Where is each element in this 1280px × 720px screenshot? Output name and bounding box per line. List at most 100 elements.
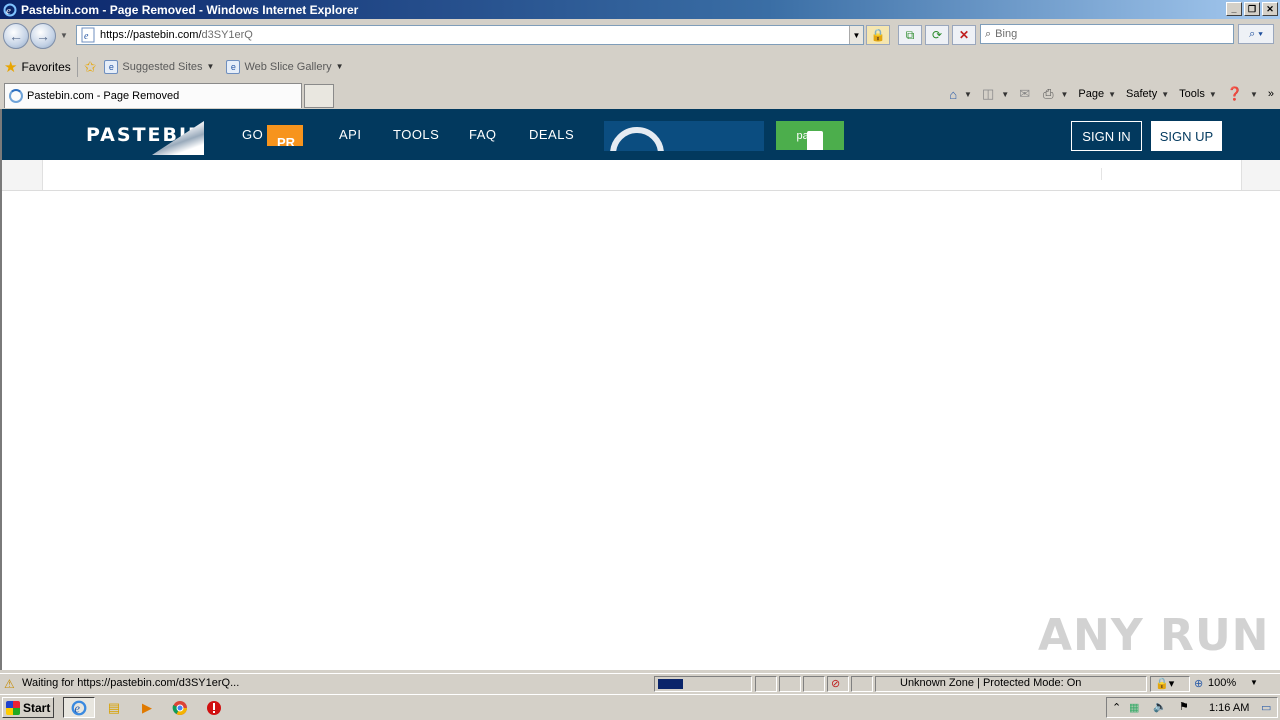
subbar-content <box>42 160 1242 190</box>
mail-button[interactable]: ✉ <box>1019 86 1033 102</box>
close-window-button[interactable]: ✕ <box>1262 2 1278 16</box>
nav-faq[interactable]: FAQ <box>469 127 497 142</box>
sign-in-button[interactable]: SIGN IN <box>1071 121 1142 151</box>
ie-page-icon: e <box>104 59 119 74</box>
feeds-button[interactable]: ◫ ▼ <box>982 86 1009 102</box>
help-menu[interactable]: ❓ ▼ <box>1227 86 1258 102</box>
svg-text:e: e <box>84 31 89 42</box>
navigation-bar: ← → ▼ e https://pastebin.com/d3SY1erQ ▼ … <box>0 19 1280 53</box>
system-tray: ⌃ ▦ 🔈 ⚑ 1:16 AM ▭ <box>1106 697 1278 718</box>
tab-pastebin[interactable]: Pastebin.com - Page Removed <box>4 83 302 108</box>
forward-arrow-icon: → <box>36 28 50 44</box>
search-banner[interactable] <box>604 121 764 151</box>
page-icon: e <box>81 27 95 43</box>
volume-icon[interactable]: 🔈 <box>1153 700 1167 713</box>
status-cell <box>755 676 777 692</box>
search-button[interactable]: ⌕ ▾ <box>1238 24 1274 44</box>
pastebin-subbar <box>2 160 1280 191</box>
start-button[interactable]: Start <box>2 697 54 718</box>
search-icon: ⌕ <box>985 27 992 40</box>
explorer-icon[interactable]: ▤ <box>104 699 124 717</box>
clock[interactable]: 1:16 AM <box>1209 702 1249 714</box>
window-title: Pastebin.com - Page Removed - Windows In… <box>21 2 359 17</box>
lock-icon[interactable]: 🔒 <box>866 25 890 45</box>
status-cell <box>779 676 801 692</box>
status-cell <box>803 676 825 692</box>
zoom-dropdown[interactable]: ▼ <box>1250 678 1258 687</box>
mail-icon: ✉ <box>1019 86 1031 101</box>
address-bar[interactable]: e https://pastebin.com/d3SY1erQ ▼ <box>76 25 864 45</box>
warning-icon: ⚠ <box>4 677 15 691</box>
pastebin-header: PASTEBIN GO PR API TOOLS FAQ DEALS paste… <box>2 109 1280 160</box>
sign-up-button[interactable]: SIGN UP <box>1151 121 1222 151</box>
chrome-icon[interactable] <box>170 699 190 717</box>
more-commands-button[interactable]: » <box>1268 88 1274 100</box>
printer-icon: ⎙ <box>1043 86 1054 101</box>
web-slice-gallery-link[interactable]: e Web Slice Gallery ▼ <box>226 59 344 74</box>
zoom-level[interactable]: 100% <box>1208 677 1236 689</box>
status-bar: ⚠ Waiting for https://pastebin.com/d3SY1… <box>0 673 1280 693</box>
antivirus-icon[interactable] <box>204 699 224 717</box>
back-button[interactable]: ← <box>3 23 29 49</box>
ie-page-icon: e <box>226 59 241 74</box>
show-hidden-icons-icon[interactable]: ⌃ <box>1112 701 1121 714</box>
home-icon: ⌂ <box>949 86 958 102</box>
anyrun-watermark: ANY RUN <box>1038 610 1270 661</box>
back-arrow-icon: ← <box>9 28 23 44</box>
paste-button[interactable]: paste <box>776 121 844 150</box>
svg-text:e: e <box>74 701 80 715</box>
refresh-icon[interactable]: ⟳ <box>925 25 949 45</box>
suggested-sites-link[interactable]: e Suggested Sites ▼ <box>104 59 215 74</box>
home-button[interactable]: ⌂ ▼ <box>949 87 972 102</box>
media-player-icon[interactable]: ▶ <box>137 699 157 717</box>
web-page: PASTEBIN GO PR API TOOLS FAQ DEALS paste… <box>0 109 1280 670</box>
network-icon[interactable]: ▦ <box>1129 701 1139 714</box>
loading-arc-icon <box>610 127 664 151</box>
tools-menu[interactable]: Tools ▼ <box>1179 88 1217 100</box>
zoom-icon: ⊕ <box>1194 678 1204 690</box>
chevron-down-icon: ▼ <box>335 62 344 71</box>
address-url[interactable]: https://pastebin.com/d3SY1erQ <box>100 29 253 41</box>
minimize-button[interactable]: _ <box>1226 2 1242 16</box>
favorites-bar: ★ Favorites ✩ e Suggested Sites ▼ e Web … <box>0 53 1280 80</box>
page-menu[interactable]: Page ▼ <box>1078 88 1116 100</box>
safety-menu[interactable]: Safety ▼ <box>1126 88 1169 100</box>
popup-blocker-icon[interactable]: ⊘ <box>827 676 849 692</box>
chevron-down-icon: ▼ <box>206 62 215 71</box>
recent-pages-dropdown[interactable]: ▼ <box>60 31 68 40</box>
loading-spinner-icon <box>9 89 23 103</box>
nav-go[interactable]: GO <box>242 127 263 142</box>
status-cell <box>851 676 873 692</box>
ie-logo-icon: e <box>2 2 18 18</box>
favorites-star-icon: ★ <box>4 58 18 76</box>
nav-deals[interactable]: DEALS <box>529 127 574 142</box>
windows-flag-icon <box>6 700 20 715</box>
ie-icon: e <box>71 700 87 715</box>
stop-icon[interactable]: ✕ <box>952 25 976 45</box>
new-tab-button[interactable] <box>304 84 334 108</box>
help-icon: ❓ <box>1226 86 1243 101</box>
search-input[interactable]: ⌕ Bing <box>980 24 1234 44</box>
protected-mode-button[interactable]: 🔒▾ <box>1150 676 1190 692</box>
title-bar: e Pastebin.com - Page Removed - Windows … <box>0 0 1280 19</box>
restore-button[interactable]: ❐ <box>1244 2 1260 16</box>
forward-button[interactable]: → <box>30 23 56 49</box>
address-dropdown-button[interactable]: ▼ <box>849 26 863 44</box>
nav-api[interactable]: API <box>339 127 361 142</box>
taskbar-ie-button[interactable]: e <box>63 697 95 718</box>
print-button[interactable]: ⎙ ▼ <box>1043 86 1068 102</box>
favorites-separator <box>76 56 78 77</box>
svg-text:e: e <box>6 5 11 17</box>
go-pro-badge[interactable]: PR <box>267 125 303 146</box>
show-desktop-icon[interactable]: ▭ <box>1261 701 1271 714</box>
favorites-button[interactable]: ★ Favorites <box>4 58 71 76</box>
taskbar: Start e ▤ ▶ ⌃ ▦ 🔈 ⚑ 1:16 AM ▭ <box>0 694 1280 720</box>
status-text: Waiting for https://pastebin.com/d3SY1er… <box>22 677 240 689</box>
add-favorite-icon[interactable]: ✩ <box>84 58 97 76</box>
paste-icon <box>807 131 823 150</box>
progress-bar <box>658 679 683 689</box>
security-zone-text[interactable]: Unknown Zone | Protected Mode: On <box>900 677 1081 689</box>
action-center-flag-icon[interactable]: ⚑ <box>1179 700 1189 713</box>
compatibility-view-icon[interactable]: ⧉ <box>898 25 922 45</box>
nav-tools[interactable]: TOOLS <box>393 127 439 142</box>
